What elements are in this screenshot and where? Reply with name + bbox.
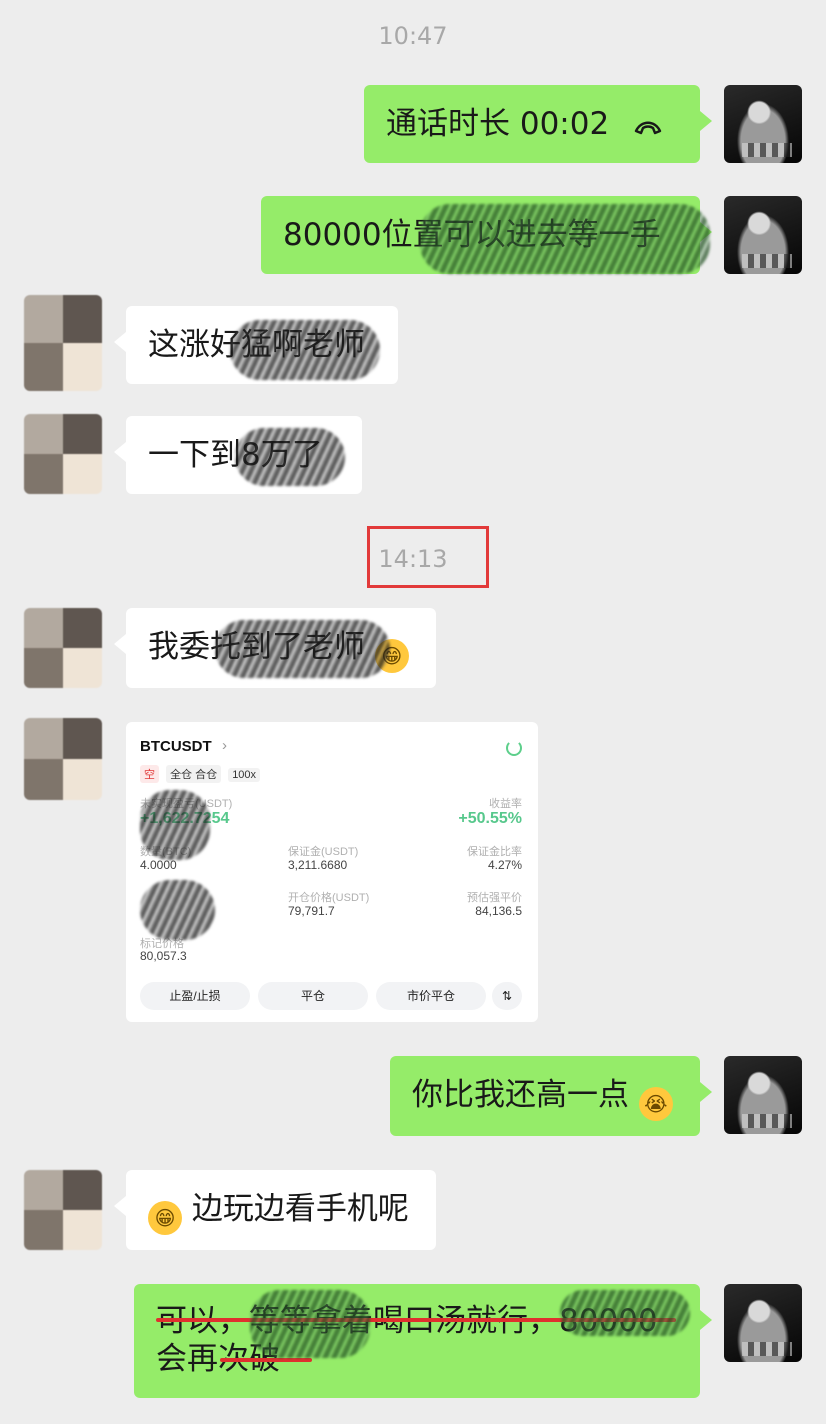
message-bubble[interactable]: 可以，等等拿着喝口汤就行，80000 会再次破 (134, 1284, 712, 1398)
avatar[interactable] (724, 196, 802, 274)
avatar[interactable] (24, 608, 102, 688)
avatar[interactable] (24, 414, 102, 494)
roe-value: +50.55% (458, 810, 522, 827)
message-bubble[interactable]: 这涨好猛啊老师 (114, 306, 398, 384)
message-bubble[interactable]: 一下到8万了 (114, 416, 362, 494)
avatar[interactable] (24, 295, 102, 391)
symbol-label: BTCUSDT (140, 738, 212, 755)
message-bubble[interactable]: 80000位置可以进去等一手 (261, 196, 712, 274)
avatar[interactable] (24, 1170, 102, 1250)
market-close-button[interactable]: 市价平仓 (376, 982, 486, 1010)
avatar[interactable] (24, 718, 102, 800)
timestamp: 10:47 (378, 22, 448, 50)
pnl-label: 未实现盈亏(USDT) (140, 798, 233, 810)
chevron-right-icon: › (222, 737, 227, 754)
swap-icon[interactable]: ⇅ (492, 982, 522, 1010)
message-text: 通话时长 00:02 (386, 106, 610, 142)
message-bubble[interactable]: 我委托到了老师 😁 (114, 608, 436, 688)
entry-value: 79,791.7 (288, 904, 335, 918)
message-text: 一下到8万了 (148, 437, 323, 473)
call-duration-bubble[interactable]: 通话时长 00:02 (364, 85, 712, 163)
maint-label: 保证金比率 (467, 846, 522, 858)
roe-label: 收益率 (489, 798, 522, 810)
entry-label: 开仓价格(USDT) (288, 892, 370, 904)
timestamp: 14:13 (378, 545, 448, 573)
hang-up-phone-icon (634, 121, 662, 135)
side-tag: 空 (140, 765, 159, 783)
mark-value: 80,057.3 (140, 949, 187, 963)
margin-mode-tag: 全仓 合仓 (166, 765, 222, 783)
message-text: 80000位置可以进去等一手 (283, 217, 661, 253)
strikethrough-line (156, 1318, 676, 1322)
message-text: 我委托到了老师 (148, 629, 365, 665)
message-bubble[interactable]: 😁 边玩边看手机呢 (114, 1170, 436, 1250)
share-icon (506, 740, 522, 756)
message-text: 这涨好猛啊老师 (148, 327, 365, 363)
margin-value: 3,211.6680 (288, 858, 348, 872)
qty-label: 数量(BTC) (140, 846, 192, 858)
message-text: 边玩边看手机呢 (191, 1191, 409, 1227)
maint-value: 4.27% (487, 858, 522, 872)
margin-label: 保证金(USDT) (288, 846, 359, 858)
position-card-image[interactable]: BTCUSDT › 空 全仓 合仓 100x 未实现盈亏(USDT) +1,62… (126, 722, 538, 1022)
avatar[interactable] (724, 1056, 802, 1134)
close-position-button[interactable]: 平仓 (258, 982, 368, 1010)
avatar[interactable] (724, 85, 802, 163)
tp-sl-button[interactable]: 止盈/止损 (140, 982, 250, 1010)
avatar[interactable] (724, 1284, 802, 1362)
message-text: 你比我还高一点 (412, 1077, 629, 1113)
grinning-face-icon: 😁 (374, 639, 409, 673)
liq-value: 84,136.5 (475, 904, 522, 918)
pnl-value: +1,622.7254 (140, 810, 230, 827)
leverage-tag: 100x (228, 768, 261, 782)
strikethrough-line (220, 1358, 312, 1362)
qty-value: 4.0000 (140, 858, 177, 872)
liq-label: 预估强平价 (467, 892, 522, 904)
message-bubble[interactable]: 你比我还高一点 😭 (390, 1056, 712, 1136)
grinning-face-icon: 😁 (148, 1201, 182, 1235)
loudly-crying-face-icon: 😭 (638, 1087, 673, 1121)
